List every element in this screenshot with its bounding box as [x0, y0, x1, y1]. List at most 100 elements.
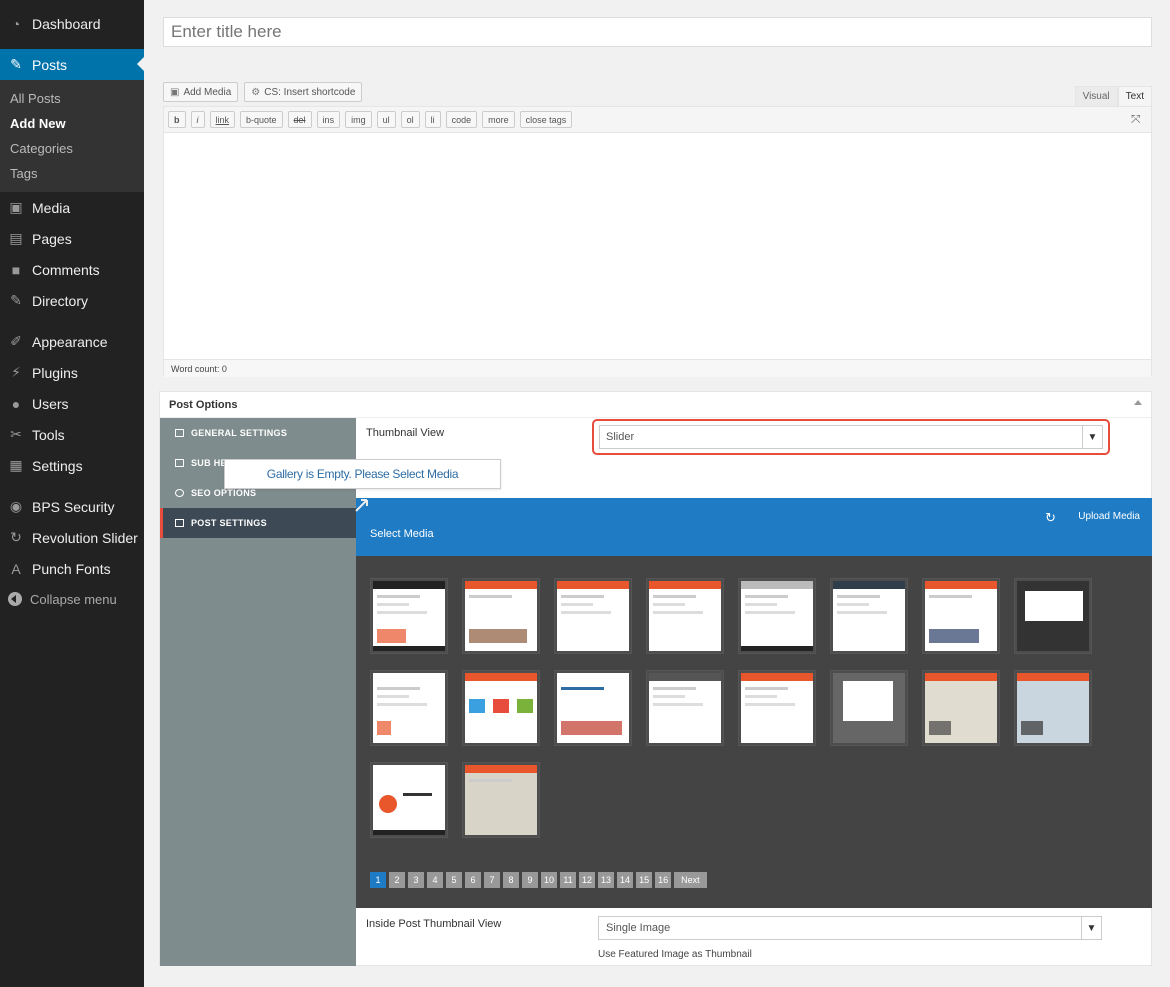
page-button[interactable]: 6 [465, 872, 481, 888]
thumbnail-view-highlight: Slider ▼ [592, 419, 1110, 455]
qt-code-button[interactable]: code [445, 111, 478, 128]
chevron-down-icon[interactable]: ▼ [1082, 426, 1102, 448]
media-thumbnail[interactable] [738, 578, 816, 654]
tab-text[interactable]: Text [1117, 86, 1152, 107]
submenu-tags[interactable]: Tags [0, 161, 144, 186]
qt-ins-button[interactable]: ins [316, 111, 341, 128]
media-thumbnail[interactable] [830, 670, 908, 746]
media-thumbnail[interactable] [1014, 670, 1092, 746]
qt-ul-button[interactable]: ul [376, 111, 396, 128]
page-button[interactable]: 7 [484, 872, 500, 888]
page-button[interactable]: 16 [655, 872, 672, 888]
thumbnail-view-select[interactable]: Slider ▼ [599, 425, 1103, 449]
sidebar-item-tools[interactable]: ✂ Tools [0, 419, 144, 450]
qt-bold-button[interactable]: b [168, 111, 186, 128]
refresh-icon[interactable]: ↻ [1045, 510, 1056, 526]
sidebar-item-users[interactable]: ● Users [0, 388, 144, 419]
media-thumbnail[interactable] [370, 578, 448, 654]
insert-shortcode-button[interactable]: ⚙ CS: Insert shortcode [244, 82, 363, 102]
editor-tabs: Visual Text [1074, 86, 1152, 107]
media-thumbnail[interactable] [554, 670, 632, 746]
media-thumbnail[interactable] [462, 578, 540, 654]
post-title-input[interactable] [163, 17, 1152, 47]
submenu-all-posts[interactable]: All Posts [0, 86, 144, 111]
sidebar-item-dashboard[interactable]: ◔ Dashboard [0, 8, 144, 39]
page-button[interactable]: 14 [617, 872, 634, 888]
media-thumbnail[interactable] [922, 578, 1000, 654]
word-count: Word count: 0 [164, 359, 1151, 377]
sidebar-item-directory[interactable]: ✎ Directory [0, 285, 144, 316]
sidebar-item-settings[interactable]: ▦ Settings [0, 450, 144, 481]
sidebar-item-media[interactable]: ▣ Media [0, 192, 144, 223]
quicktags-toolbar: b i link b-quote del ins img ul ol li co… [164, 107, 1151, 133]
qt-close-tags-button[interactable]: close tags [519, 111, 573, 128]
nav-label: GENERAL SETTINGS [191, 428, 288, 438]
media-thumbnail[interactable] [922, 670, 1000, 746]
qt-link-button[interactable]: link [209, 111, 236, 128]
page-button[interactable]: 9 [522, 872, 538, 888]
tab-visual[interactable]: Visual [1074, 86, 1118, 107]
sidebar-item-label: Users [32, 395, 69, 412]
post-options-header[interactable]: Post Options [160, 392, 1151, 418]
page-button[interactable]: 11 [560, 872, 577, 888]
qt-italic-button[interactable]: i [190, 111, 205, 128]
page-button[interactable]: 1 [370, 872, 386, 888]
font-icon: A [11, 560, 21, 577]
collapse-menu-button[interactable]: Collapse menu [0, 584, 144, 614]
content-textarea[interactable] [164, 133, 1151, 359]
sidebar-item-appearance[interactable]: ✐ Appearance [0, 326, 144, 357]
sidebar-item-label: Appearance [32, 333, 108, 350]
media-icon: ▣ [170, 86, 180, 98]
thumbnail-view-label: Thumbnail View [366, 427, 445, 439]
sidebar-item-revolution-slider[interactable]: ↻ Revolution Slider [0, 522, 144, 553]
pagination: 1 2 3 4 5 6 7 8 9 10 11 12 13 14 15 16 N… [370, 872, 707, 888]
media-thumbnail[interactable] [646, 578, 724, 654]
sidebar-item-label: Revolution Slider [32, 529, 138, 546]
media-thumbnail[interactable] [554, 578, 632, 654]
add-media-button[interactable]: ▣ Add Media [163, 82, 239, 102]
fullscreen-icon[interactable]: ⤧ [1131, 113, 1143, 125]
media-thumbnail[interactable] [1014, 578, 1092, 654]
media-thumbnail[interactable] [370, 670, 448, 746]
media-thumbnail[interactable] [830, 578, 908, 654]
nav-general-settings[interactable]: GENERAL SETTINGS [160, 418, 356, 448]
chevron-down-icon[interactable]: ▼ [1081, 917, 1101, 939]
page-button[interactable]: 2 [389, 872, 405, 888]
page-button[interactable]: 4 [427, 872, 443, 888]
qt-del-button[interactable]: del [287, 111, 312, 128]
qt-ol-button[interactable]: ol [400, 111, 420, 128]
qt-bquote-button[interactable]: b-quote [240, 111, 283, 128]
media-thumbnail[interactable] [646, 670, 724, 746]
page-button[interactable]: 8 [503, 872, 519, 888]
comments-icon: ■ [11, 261, 21, 278]
collapse-toggle-icon[interactable] [1134, 400, 1142, 405]
page-button[interactable]: 3 [408, 872, 424, 888]
upload-media-button[interactable]: Upload Media [1078, 511, 1140, 522]
gallery-empty-tooltip: Gallery is Empty. Please Select Media [224, 459, 501, 512]
next-page-button[interactable]: Next [674, 872, 707, 888]
media-thumbnail[interactable] [462, 762, 540, 838]
inside-post-thumbnail-select[interactable]: Single Image ▼ [598, 916, 1102, 940]
sidebar-item-punch-fonts[interactable]: A Punch Fonts [0, 553, 144, 584]
sidebar-item-posts[interactable]: ✎ Posts [0, 49, 144, 80]
submenu-categories[interactable]: Categories [0, 136, 144, 161]
sidebar-item-comments[interactable]: ■ Comments [0, 254, 144, 285]
sidebar-item-bps-security[interactable]: ◉ BPS Security [0, 491, 144, 522]
nav-post-settings[interactable]: POST SETTINGS [160, 508, 356, 538]
qt-more-button[interactable]: more [482, 111, 515, 128]
sidebar-item-plugins[interactable]: ⚡ Plugins [0, 357, 144, 388]
sidebar-item-pages[interactable]: ▤ Pages [0, 223, 144, 254]
media-thumbnail[interactable] [462, 670, 540, 746]
page-button[interactable]: 10 [541, 872, 558, 888]
page-button[interactable]: 13 [598, 872, 615, 888]
settings-icon [175, 429, 184, 437]
page-button[interactable]: 5 [446, 872, 462, 888]
submenu-add-new[interactable]: Add New [0, 111, 144, 136]
nav-label: SEO OPTIONS [191, 488, 257, 498]
qt-img-button[interactable]: img [345, 111, 372, 128]
qt-li-button[interactable]: li [424, 111, 441, 128]
media-thumbnail[interactable] [738, 670, 816, 746]
page-button[interactable]: 12 [579, 872, 596, 888]
page-button[interactable]: 15 [636, 872, 653, 888]
media-thumbnail[interactable] [370, 762, 448, 838]
